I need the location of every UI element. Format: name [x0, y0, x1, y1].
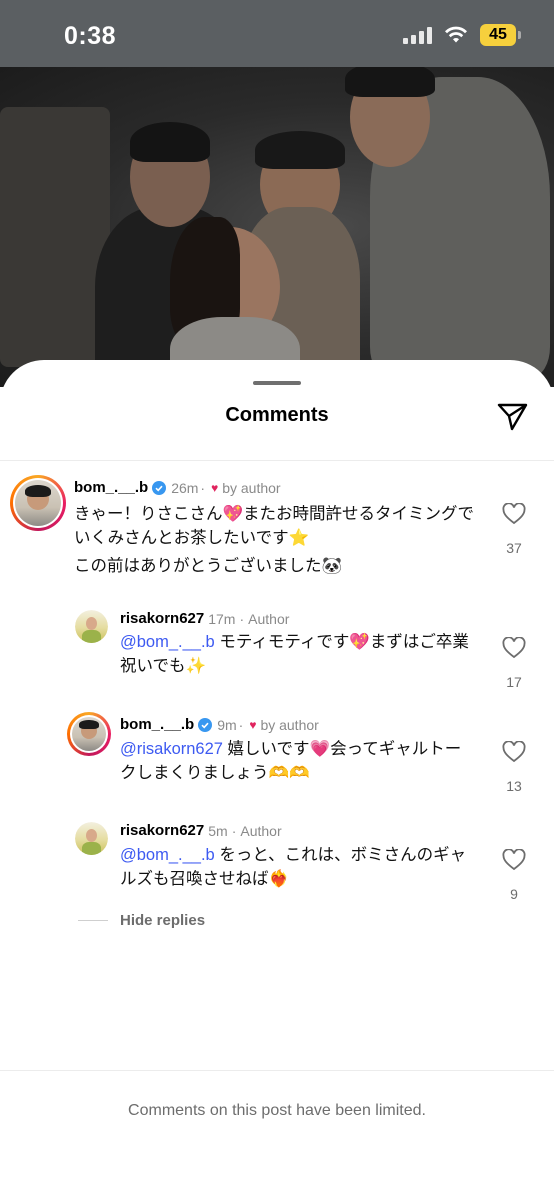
post-photo: [0, 67, 554, 387]
comment-tag: by author: [260, 716, 319, 733]
status-icons: 45: [403, 24, 521, 46]
comment-line: きゃー！りさこさん💖またお時間許せるタイミングで: [74, 505, 475, 523]
like-count: 37: [506, 540, 522, 556]
avatar[interactable]: [75, 610, 108, 643]
comment-line: この前はありがとうございました🐼: [74, 557, 343, 575]
header-divider: [0, 460, 554, 461]
comment-line: @bom_.__.b をっと、これは、ボミさんのギャ: [120, 843, 485, 867]
comment-line: @risakorn627 嬉しいです💗会ってギャルトー: [120, 737, 485, 761]
comment-meta: bom_.__.b 9m · ♥ by author: [120, 716, 319, 733]
comment-line: 祝いでも✨: [120, 657, 207, 675]
comment-meta: risakorn627 5m · Author: [120, 822, 282, 839]
avatar[interactable]: [75, 822, 108, 855]
comment-line-text: をっと、これは、ボミさんのギャ: [214, 846, 467, 864]
comment-text: @risakorn627 嬉しいです💗会ってギャルトー クしまくりましょう🫶🫶: [120, 737, 485, 785]
like-count: 17: [506, 674, 522, 690]
avatar[interactable]: [67, 712, 111, 756]
like-button[interactable]: 17: [499, 636, 529, 690]
comments-limited-notice: Comments on this post have been limited.: [128, 1102, 426, 1119]
heart-outline-icon: [502, 848, 526, 871]
comment-line: @bom_.__.b モティモティです💖まずはご卒業: [120, 630, 485, 654]
heart-outline-icon: [502, 636, 526, 659]
drag-handle[interactable]: [253, 381, 301, 385]
comment-line: いくみさんとお茶したいです⭐: [74, 529, 310, 547]
footer-divider: [0, 1070, 554, 1071]
comments-sheet: Comments bom_.__.b 26m · ♥ by author きゃー…: [0, 360, 554, 1200]
comment-line: クしまくりましょう🫶🫶: [120, 764, 310, 782]
mention-link[interactable]: @bom_.__.b: [120, 633, 215, 651]
comment-tag: Author: [248, 610, 290, 627]
comment-time: 17m: [208, 610, 236, 627]
verified-icon: [198, 717, 213, 732]
wifi-icon: [445, 26, 467, 43]
comment-line: ルズも召喚させねば❤️‍🔥: [120, 870, 290, 888]
like-button[interactable]: 13: [499, 740, 529, 794]
status-bar: 0:38 45: [0, 0, 554, 70]
comment-meta: risakorn627 17m · Author: [120, 610, 290, 627]
comment-time: 5m: [208, 822, 228, 839]
hide-replies-button[interactable]: Hide replies: [78, 912, 205, 929]
status-time: 0:38: [64, 22, 117, 50]
hide-replies-label: Hide replies: [120, 912, 206, 929]
send-icon[interactable]: [494, 398, 530, 434]
comment-tag: by author: [222, 479, 281, 496]
username[interactable]: risakorn627: [120, 610, 204, 627]
avatar[interactable]: [10, 475, 66, 531]
comment-line-text: モティモティです💖まずはご卒業: [214, 633, 469, 651]
like-button[interactable]: 37: [499, 502, 529, 556]
signal-icon: [403, 26, 432, 44]
hide-replies-line: [78, 920, 108, 921]
comment-meta: bom_.__.b 26m · ♥ by author: [74, 479, 281, 496]
comment-text: @bom_.__.b をっと、これは、ボミさんのギャ ルズも召喚させねば❤️‍🔥: [120, 843, 485, 891]
like-count: 9: [510, 886, 518, 902]
sheet-title: Comments: [225, 404, 329, 426]
username[interactable]: bom_.__.b: [120, 716, 194, 733]
username[interactable]: risakorn627: [120, 822, 204, 839]
heart-icon: ♥: [211, 480, 219, 495]
mention-link[interactable]: @risakorn627: [120, 740, 223, 758]
like-button[interactable]: 9: [499, 848, 529, 902]
comment-tag: Author: [240, 822, 282, 839]
mention-link[interactable]: @bom_.__.b: [120, 846, 215, 864]
comment-time: 9m: [217, 716, 237, 733]
battery-icon: 45: [480, 24, 521, 46]
comment-line-text: 嬉しいです💗会ってギャルトー: [222, 740, 462, 758]
like-count: 13: [506, 778, 522, 794]
heart-outline-icon: [502, 740, 526, 763]
username[interactable]: bom_.__.b: [74, 479, 148, 496]
verified-icon: [152, 480, 167, 495]
heart-outline-icon: [502, 502, 526, 525]
heart-icon: ♥: [249, 717, 257, 732]
comment-time: 26m: [171, 479, 199, 496]
comment-text: きゃー！りさこさん💖またお時間許せるタイミングで いくみさんとお茶したいです⭐ …: [74, 502, 484, 578]
comment-text: @bom_.__.b モティモティです💖まずはご卒業 祝いでも✨: [120, 630, 485, 678]
